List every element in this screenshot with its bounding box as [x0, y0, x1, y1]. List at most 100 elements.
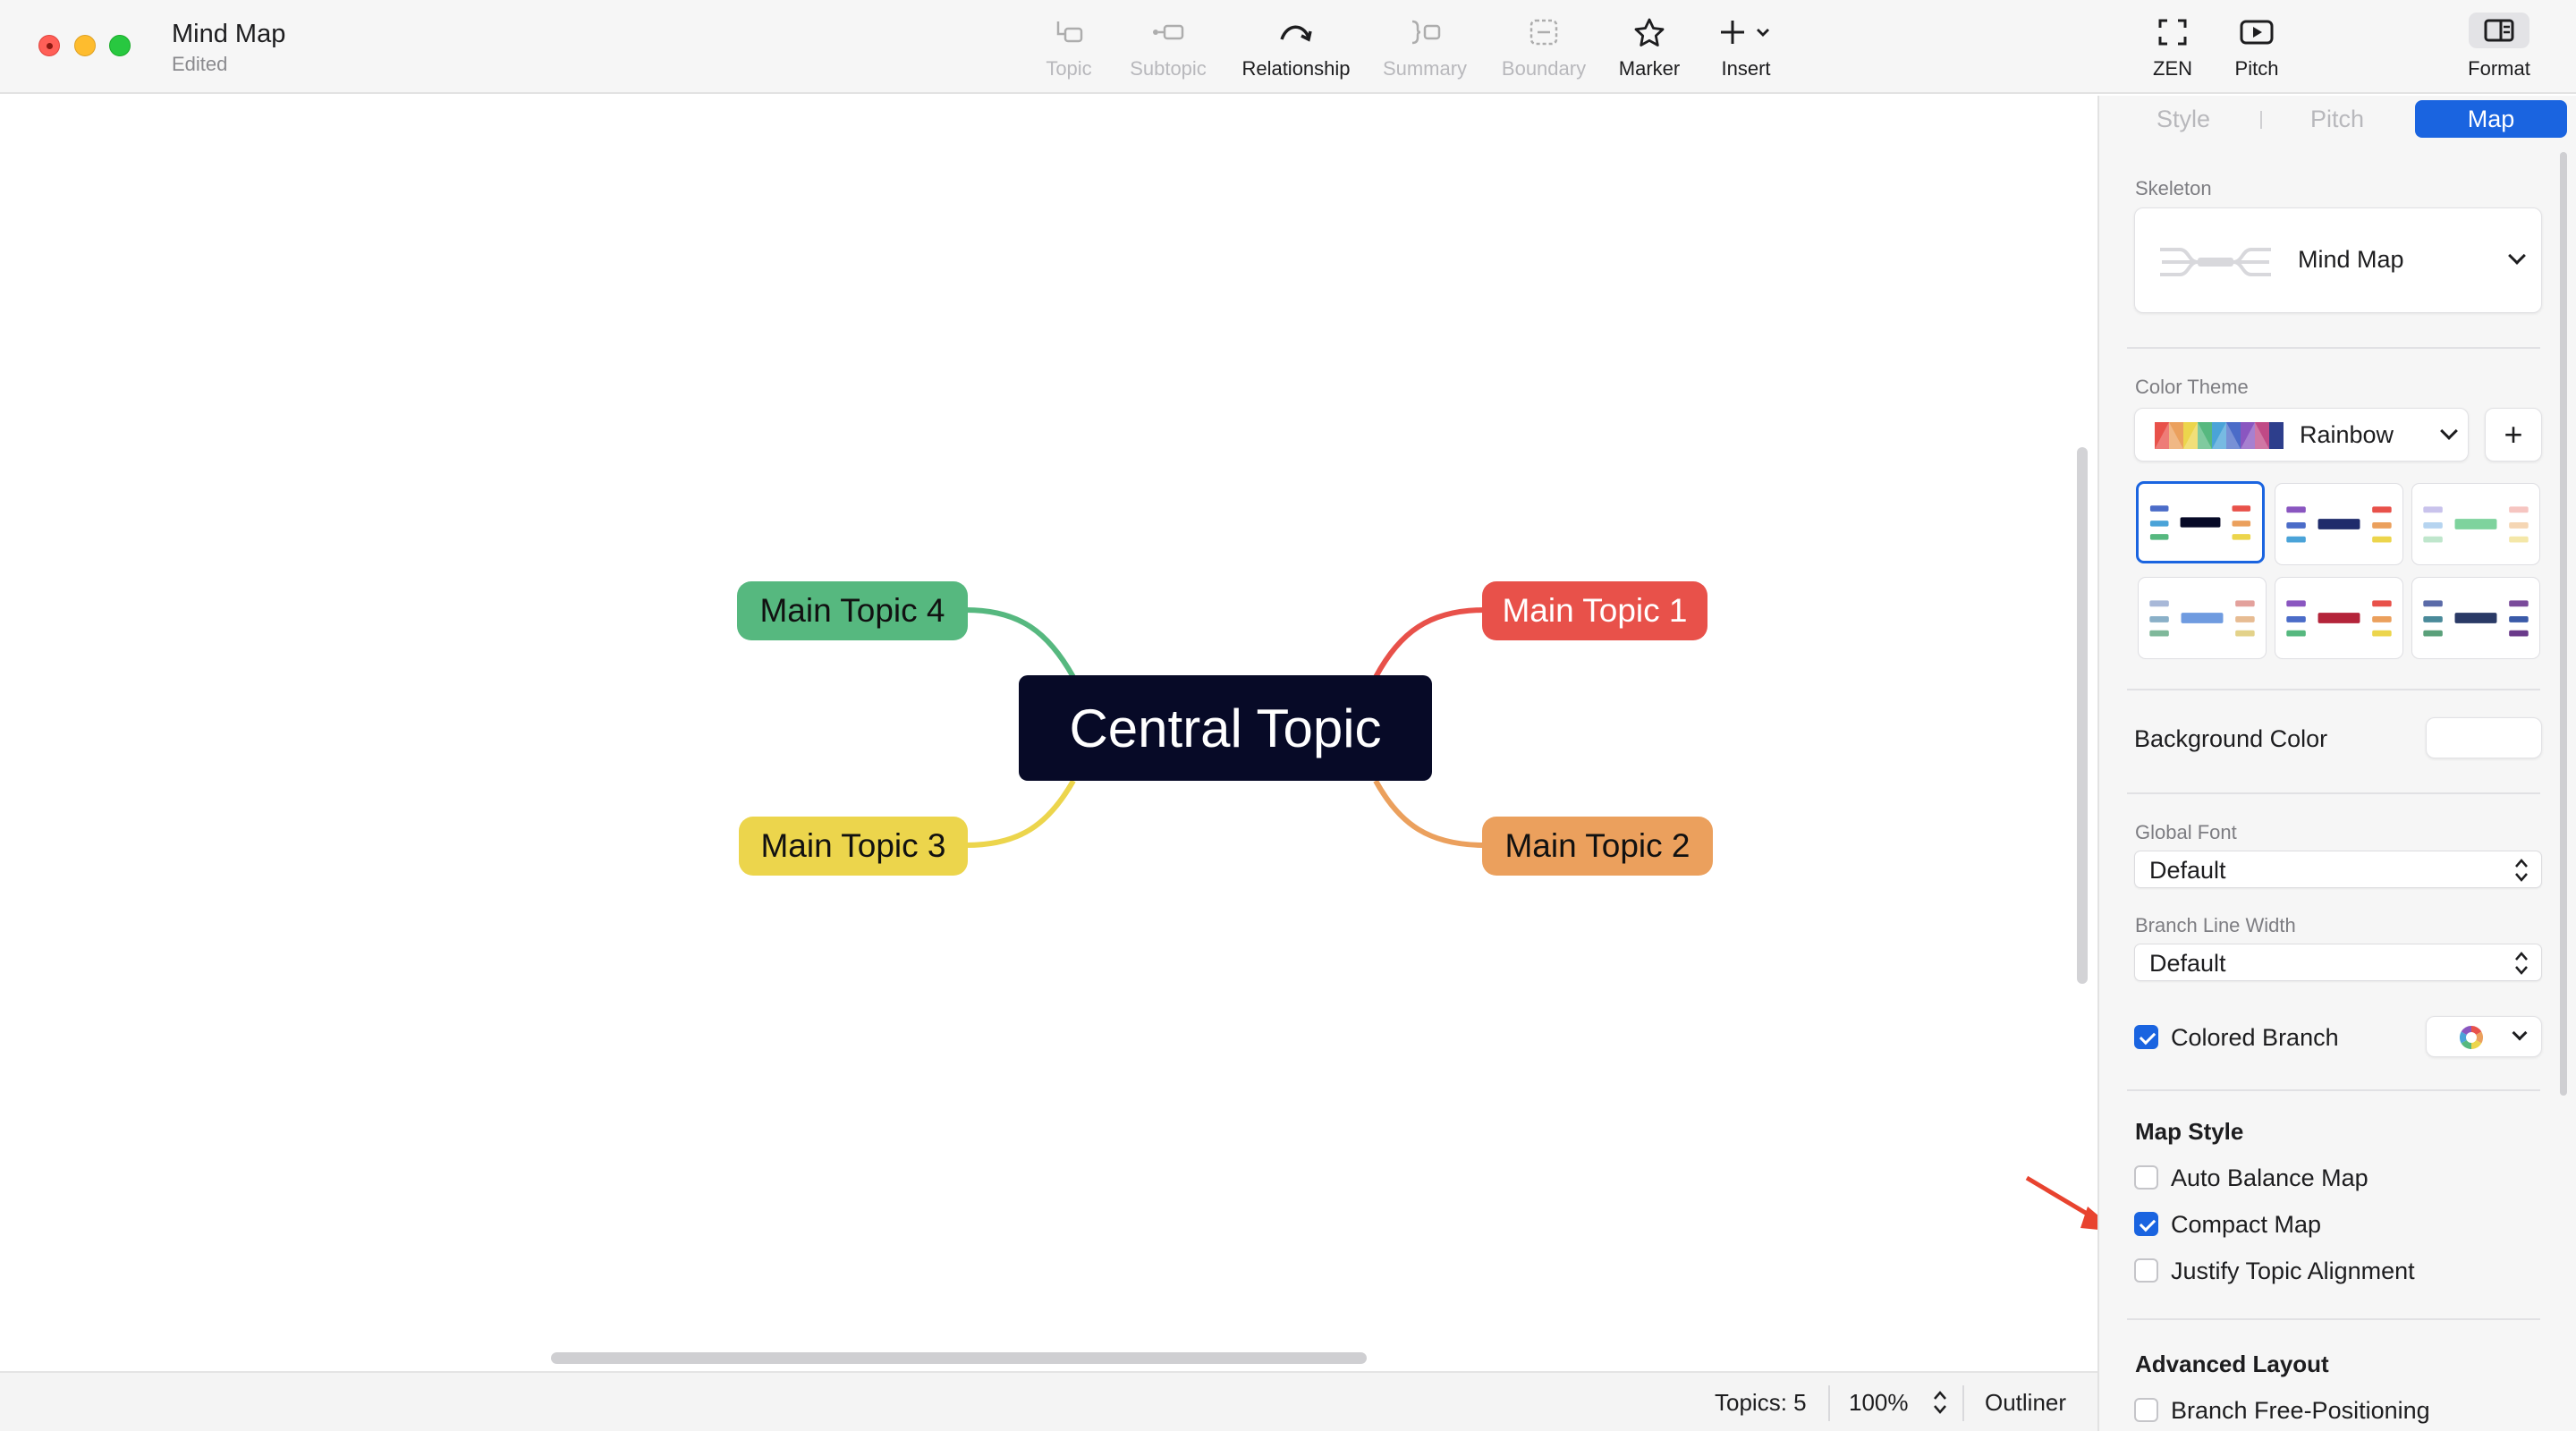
- relationship-button[interactable]: Relationship: [1238, 16, 1354, 80]
- zoom-window-button[interactable]: [109, 35, 131, 56]
- branch-line-width-select[interactable]: Default: [2134, 944, 2542, 981]
- tab-pitch[interactable]: Pitch: [2261, 100, 2413, 138]
- color-wheel-icon: [2459, 1025, 2484, 1050]
- theme-thumbnail-2[interactable]: [2275, 483, 2403, 565]
- rainbow-theme-swatch-icon: [2155, 422, 2284, 449]
- branch-line-width-value: Default: [2149, 950, 2226, 977]
- colored-branch-checkbox[interactable]: [2134, 1025, 2158, 1049]
- zoom-level[interactable]: 100%: [1849, 1389, 1909, 1417]
- theme-preview: [2423, 506, 2529, 543]
- boundary-icon: [1530, 19, 1558, 46]
- close-window-button[interactable]: [38, 35, 60, 56]
- theme-thumbnail-6[interactable]: [2411, 577, 2540, 659]
- plus-icon: [1721, 21, 1769, 44]
- panel-scrollbar[interactable]: [2560, 152, 2567, 1096]
- mind-map-skeleton-icon: [2160, 248, 2271, 276]
- topic-icon: [1056, 21, 1083, 43]
- summary-button[interactable]: Summary: [1381, 16, 1469, 80]
- theme-preview: [2286, 506, 2392, 543]
- insert-button[interactable]: Insert: [1712, 16, 1780, 80]
- main-topic-4[interactable]: Main Topic 4: [737, 581, 968, 640]
- theme-preview: [2149, 505, 2251, 540]
- theme-preview: [2286, 600, 2392, 637]
- color-theme-label: Color Theme: [2135, 376, 2249, 398]
- theme-thumbnail-5[interactable]: [2275, 577, 2403, 659]
- zoom-stepper-icon[interactable]: [1932, 1388, 1948, 1417]
- divider: [2127, 689, 2540, 690]
- theme-preview: [2423, 600, 2529, 637]
- chevron-down-icon: [2440, 422, 2458, 440]
- main-topic-2[interactable]: Main Topic 2: [1482, 817, 1713, 876]
- compact-map-checkbox[interactable]: [2134, 1212, 2158, 1236]
- document-title[interactable]: Mind Map: [172, 20, 285, 49]
- title-bar: Mind Map Edited Topic Subtopic Relations…: [0, 0, 2576, 94]
- branch-line-topic-4: [965, 607, 1076, 679]
- updown-chevron-icon: [2515, 952, 2528, 975]
- zen-mode-button[interactable]: ZEN: [2147, 16, 2199, 80]
- global-font-label: Global Font: [2135, 821, 2237, 843]
- skeleton-label: Skeleton: [2135, 177, 2212, 199]
- play-icon: [2240, 20, 2274, 45]
- marker-button[interactable]: Marker: [1614, 16, 1685, 80]
- background-color-well[interactable]: [2426, 717, 2542, 758]
- mindmap-canvas[interactable]: Central Topic Main Topic 1 Main Topic 2 …: [0, 96, 2117, 1371]
- boundary-button[interactable]: Boundary: [1497, 16, 1590, 80]
- color-theme-value: Rainbow: [2300, 421, 2394, 448]
- pitch-button[interactable]: Pitch: [2231, 16, 2283, 80]
- global-font-select[interactable]: Default: [2134, 851, 2542, 888]
- minimize-window-button[interactable]: [74, 35, 96, 56]
- auto-balance-map-label: Auto Balance Map: [2171, 1164, 2368, 1191]
- main-topic-3[interactable]: Main Topic 3: [739, 817, 968, 876]
- topic-count: Topics: 5: [1715, 1389, 1807, 1416]
- document-status: Edited: [172, 53, 228, 75]
- main-topic-1[interactable]: Main Topic 1: [1482, 581, 1707, 640]
- divider: [2127, 792, 2540, 794]
- colored-branch-label: Colored Branch: [2171, 1024, 2339, 1051]
- format-panel-button[interactable]: Format: [2462, 13, 2537, 80]
- canvas-horizontal-scrollbar[interactable]: [551, 1352, 1367, 1364]
- format-panel-icon-wrap: [2469, 13, 2529, 48]
- fullscreen-icon: [2158, 19, 2187, 46]
- branch-color-select[interactable]: [2426, 1016, 2542, 1057]
- theme-thumbnail-3[interactable]: [2411, 483, 2540, 565]
- skeleton-select[interactable]: Mind Map: [2134, 207, 2542, 313]
- global-font-value: Default: [2149, 857, 2226, 884]
- central-topic[interactable]: Central Topic: [1019, 675, 1432, 781]
- divider: [2127, 347, 2540, 349]
- chevron-down-icon: [2512, 1025, 2528, 1041]
- subtopic-button[interactable]: Subtopic: [1123, 16, 1213, 80]
- topic-button[interactable]: Topic: [1036, 16, 1102, 80]
- add-color-theme-button[interactable]: +: [2485, 408, 2542, 461]
- advanced-layout-title: Advanced Layout: [2135, 1351, 2329, 1377]
- tab-style[interactable]: Style: [2107, 100, 2259, 138]
- tab-map[interactable]: Map: [2415, 100, 2567, 138]
- updown-chevron-icon: [2515, 859, 2528, 882]
- status-divider: [1962, 1385, 1964, 1421]
- status-divider: [1828, 1385, 1830, 1421]
- divider: [2127, 1318, 2540, 1320]
- theme-thumbnail-1[interactable]: [2136, 481, 2265, 563]
- relationship-icon: [1280, 25, 1312, 42]
- plus-icon: +: [2504, 416, 2523, 453]
- branch-line-topic-2: [1373, 779, 1486, 848]
- format-panel-icon: [2484, 19, 2514, 42]
- canvas-vertical-scrollbar[interactable]: [2077, 447, 2088, 984]
- auto-balance-map-checkbox[interactable]: [2134, 1165, 2158, 1190]
- justify-topic-alignment-label: Justify Topic Alignment: [2171, 1257, 2415, 1284]
- summary-icon: [1411, 20, 1441, 45]
- theme-thumbnail-4[interactable]: [2138, 577, 2267, 659]
- justify-topic-alignment-checkbox[interactable]: [2134, 1258, 2158, 1283]
- color-theme-select[interactable]: Rainbow: [2134, 408, 2469, 461]
- subtopic-icon: [1153, 24, 1184, 40]
- branch-line-topic-1: [1373, 607, 1486, 679]
- map-style-title: Map Style: [2135, 1118, 2244, 1145]
- branch-line-width-label: Branch Line Width: [2135, 914, 2296, 936]
- outliner-button[interactable]: Outliner: [1985, 1389, 2066, 1417]
- branch-free-positioning-checkbox[interactable]: [2134, 1398, 2158, 1422]
- branch-free-positioning-label: Branch Free-Positioning: [2171, 1397, 2430, 1424]
- divider: [2127, 1089, 2540, 1091]
- branch-line-topic-3: [965, 779, 1076, 848]
- panel-tab-bar: Style Pitch Map: [2107, 100, 2567, 140]
- theme-preview: [2149, 600, 2255, 637]
- star-icon: [1634, 18, 1665, 47]
